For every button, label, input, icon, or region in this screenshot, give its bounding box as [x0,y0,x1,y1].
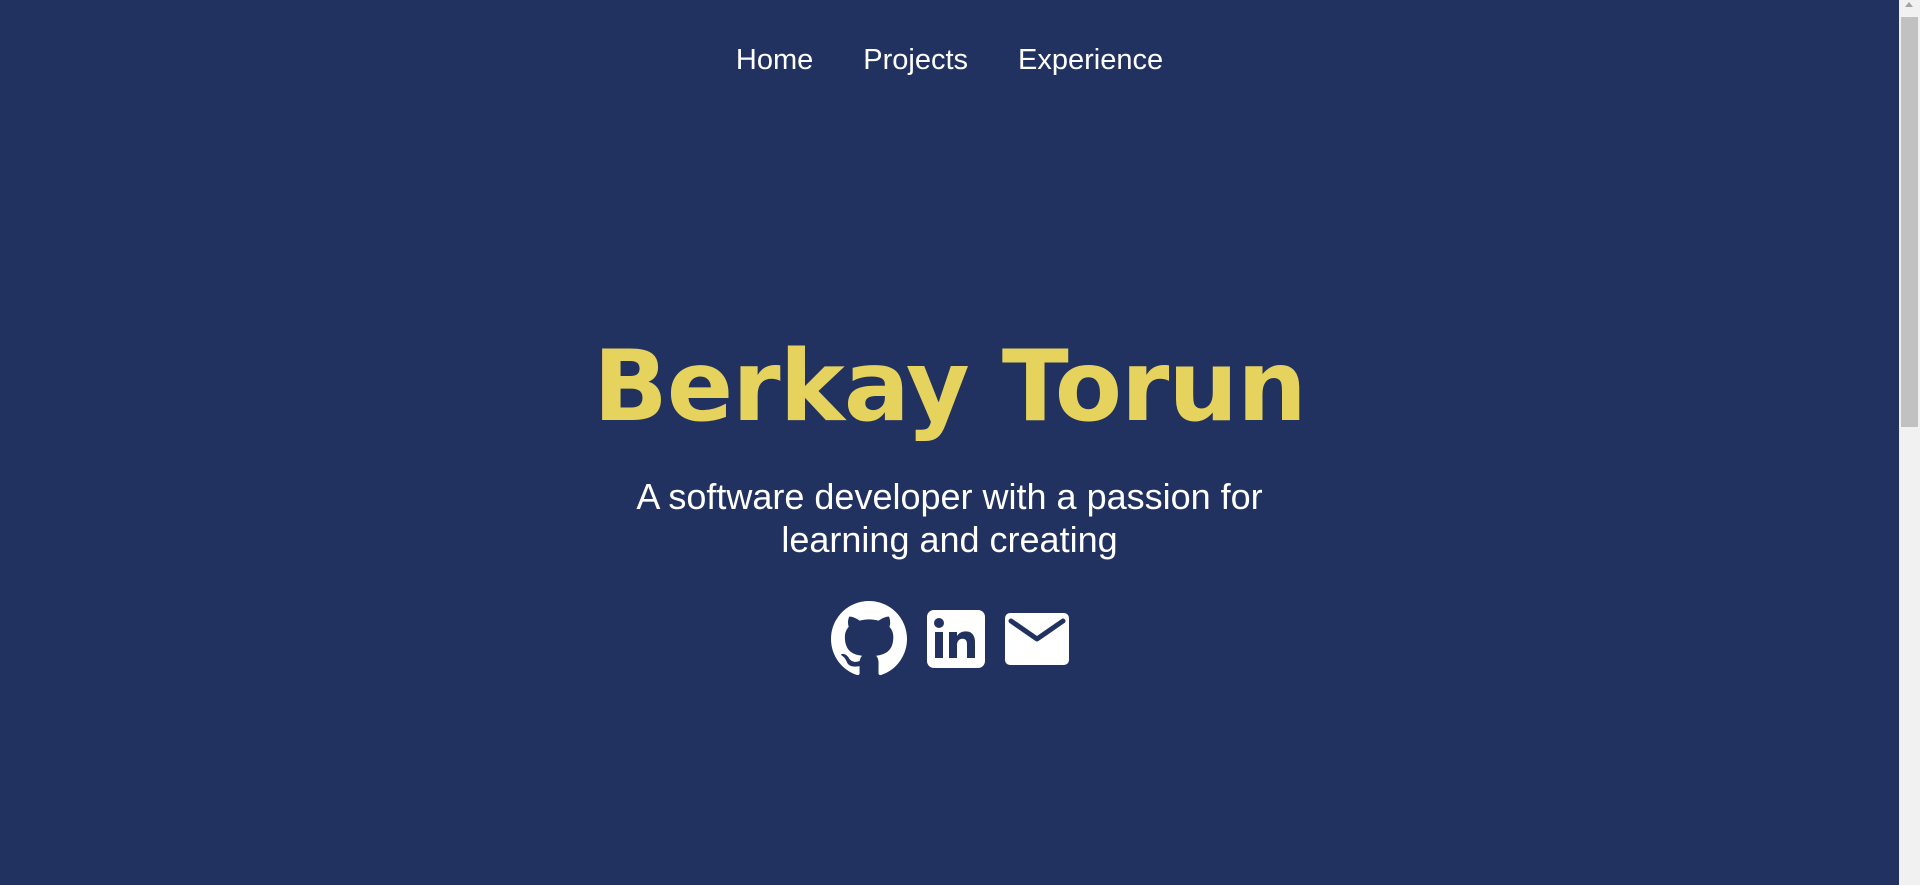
github-link[interactable] [830,600,907,682]
mail-icon [1004,612,1069,670]
social-links [0,600,1899,682]
github-icon [830,600,907,682]
hero-name: Berkay Torun [593,330,1307,444]
hero-tagline: A software developer with a passion for … [636,476,1263,560]
scroll-thumb[interactable] [1901,17,1918,427]
nav-link-experience[interactable]: Experience [1018,40,1163,80]
mail-link[interactable] [1004,612,1069,670]
nav-link-projects[interactable]: Projects [863,40,968,80]
linkedin-link[interactable] [926,609,985,673]
hero-section: Berkay Torun A software developer with a… [0,330,1899,681]
nav-link-home[interactable]: Home [736,40,813,80]
top-nav: Home Projects Experience [0,40,1899,80]
page: Home Projects Experience Berkay Torun A … [0,0,1899,885]
vertical-scrollbar[interactable] [1899,0,1920,885]
scroll-up-arrow-icon[interactable] [1905,2,1913,7]
linkedin-icon [926,609,985,673]
